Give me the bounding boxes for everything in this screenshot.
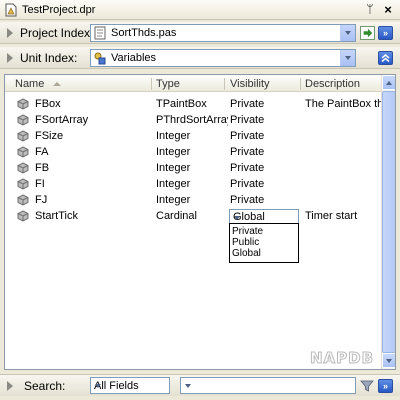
column-divider[interactable] (300, 78, 301, 90)
cell-type: Integer (156, 194, 191, 206)
cell-type: Integer (156, 130, 191, 142)
chevron-down-icon[interactable] (340, 50, 355, 66)
table-row[interactable]: FB Integer Private (5, 160, 381, 176)
cell-visibility: Private (230, 162, 265, 174)
cell-visibility: Private (230, 98, 265, 110)
cell-visibility: Private (230, 130, 265, 142)
field-icon (17, 114, 29, 126)
cell-name: FI (35, 178, 45, 190)
scroll-thumb[interactable] (382, 91, 395, 353)
search-combo[interactable] (180, 377, 356, 394)
list-header: Name Type Visibility Description (5, 75, 381, 92)
cell-visibility: Private (230, 146, 265, 158)
cell-description: Timer start (305, 210, 358, 222)
field-icon (17, 98, 29, 110)
cell-name: FBox (35, 98, 61, 110)
pin-icon[interactable]: ᛘ (363, 2, 377, 18)
cell-name: FJ (35, 194, 48, 206)
field-icon (17, 210, 29, 222)
chevron-down-icon[interactable] (340, 25, 355, 41)
collapse-panel-button[interactable] (378, 51, 393, 65)
field-icon (17, 130, 29, 142)
project-index-row: Project Index: SortThds.pas » (0, 22, 400, 44)
cell-type: TPaintBox (156, 98, 207, 110)
table-row[interactable]: FJ Integer Private (5, 192, 381, 208)
collapse-arrow-icon[interactable] (7, 53, 13, 63)
table-row[interactable]: FSize Integer Private (5, 128, 381, 144)
sort-ascending-icon (53, 82, 61, 86)
cell-visibility: Private (230, 114, 265, 126)
search-label: Search: (24, 379, 66, 393)
unit-index-value: Variables (111, 52, 157, 64)
field-icon (17, 162, 29, 174)
go-to-icon[interactable] (360, 26, 375, 40)
project-index-combo[interactable]: SortThds.pas (90, 24, 356, 42)
visibility-dropdown-list: Private Public Global (229, 223, 299, 263)
column-divider[interactable] (224, 78, 225, 90)
table-row[interactable]: FBox TPaintBox Private The PaintBox th..… (5, 96, 381, 112)
title-bar: TestProject.dpr ᛘ × (0, 0, 400, 20)
table-row[interactable]: FI Integer Private (5, 176, 381, 192)
visibility-select[interactable]: Global (229, 209, 299, 224)
cell-type: Integer (156, 162, 191, 174)
scroll-up-button[interactable] (382, 75, 395, 90)
expand-arrow-icon[interactable] (7, 28, 13, 38)
column-header-visibility[interactable]: Visibility (230, 78, 270, 91)
table-row[interactable]: FSortArray PThrdSortArray Private (5, 112, 381, 128)
project-file-icon (5, 3, 17, 17)
search-input[interactable] (183, 379, 338, 392)
column-header-description[interactable]: Description (305, 78, 360, 91)
cell-description: The PaintBox th... (305, 98, 381, 110)
cell-type: Cardinal (156, 210, 197, 222)
unit-index-row: Unit Index: Variables (0, 47, 400, 69)
field-icon (17, 194, 29, 206)
table-row[interactable]: StartTick Cardinal Global Timer start (5, 208, 381, 224)
project-index-label: Project Index: (20, 26, 94, 40)
search-expand-button[interactable]: » (378, 379, 393, 393)
project-index-value: SortThds.pas (111, 27, 177, 39)
field-icon (17, 178, 29, 190)
pas-file-icon (94, 26, 106, 40)
cell-name: FSortArray (35, 114, 89, 126)
cell-name: StartTick (35, 210, 78, 222)
vertical-scrollbar[interactable] (381, 75, 395, 369)
search-bar: Search: All Fields » (0, 374, 400, 396)
unit-index-combo[interactable]: Variables (90, 49, 356, 67)
chevron-up-icon (381, 54, 390, 63)
column-header-type[interactable]: Type (156, 78, 180, 91)
cell-type: Integer (156, 178, 191, 190)
unit-index-label: Unit Index: (20, 51, 78, 65)
search-field-select[interactable]: All Fields (90, 377, 170, 394)
filter-icon[interactable] (360, 379, 374, 393)
visibility-option-global[interactable]: Global (232, 248, 261, 260)
cell-visibility: Private (230, 194, 265, 206)
table-row[interactable]: FA Integer Private (5, 144, 381, 160)
field-icon (17, 146, 29, 158)
variables-list: Name Type Visibility Description FBox TP… (4, 74, 396, 370)
column-divider[interactable] (151, 78, 152, 90)
expand-arrow-icon[interactable] (7, 381, 13, 391)
variables-icon (94, 52, 106, 65)
cell-name: FB (35, 162, 50, 174)
cell-type: Integer (156, 146, 191, 158)
window-title: TestProject.dpr (22, 4, 96, 16)
close-button[interactable]: × (380, 2, 396, 18)
expand-panel-button[interactable]: » (378, 26, 393, 40)
napdb-logo: NAPDB (309, 349, 375, 368)
cell-type: PThrdSortArray (156, 114, 228, 126)
column-header-name[interactable]: Name (15, 78, 44, 91)
cell-name: FA (35, 146, 49, 158)
cell-name: FSize (35, 130, 64, 142)
scroll-down-button[interactable] (382, 353, 395, 368)
cell-visibility: Private (230, 178, 265, 190)
